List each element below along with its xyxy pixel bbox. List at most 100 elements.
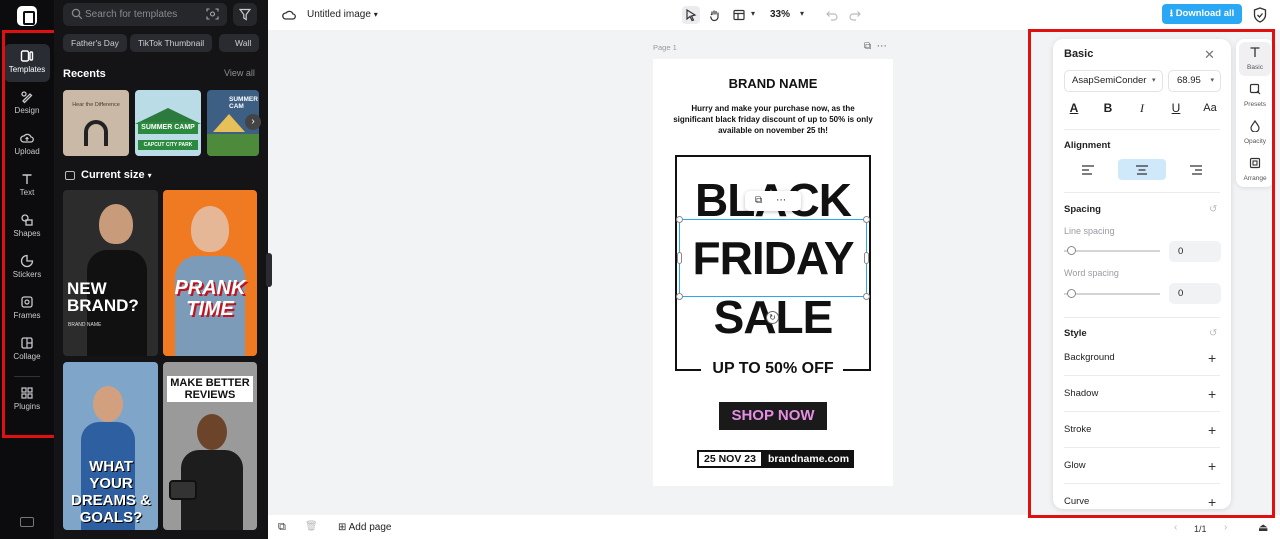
add-background-icon[interactable]: +	[1208, 351, 1216, 365]
zoom-level[interactable]: 33%	[770, 9, 790, 20]
filter-button[interactable]	[233, 3, 257, 26]
search-input[interactable]	[85, 6, 200, 23]
duplicate-page-icon[interactable]: ⧉	[864, 41, 871, 52]
chevron-down-icon: ▾	[1210, 77, 1214, 84]
promo-text[interactable]: Hurry and make your purchase now, as the…	[673, 103, 873, 136]
template-card-prank-time[interactable]: PRANK TIME	[163, 190, 257, 356]
text-case-icon[interactable]: Aa	[1200, 99, 1220, 117]
underline-icon[interactable]: U	[1166, 99, 1186, 117]
template-card-reviews[interactable]: MAKE BETTER REVIEWS	[163, 362, 257, 530]
shield-icon[interactable]	[1253, 7, 1267, 23]
close-icon[interactable]: ✕	[1204, 47, 1215, 63]
shop-now-text[interactable]: SHOP NOW	[719, 402, 827, 430]
line-spacing-slider[interactable]	[1064, 250, 1160, 252]
chevron-down-icon[interactable]: ▾	[800, 9, 804, 18]
word-spacing-input[interactable]: 0	[1169, 283, 1221, 304]
template-card-new-brand[interactable]: NEW BRAND? BRAND NAME	[63, 190, 158, 356]
rail-item-frames[interactable]: Frames	[4, 290, 50, 328]
redo-icon[interactable]	[846, 6, 864, 24]
tab-basic[interactable]: Basic	[1239, 42, 1271, 76]
layout-icon[interactable]	[730, 6, 748, 24]
brand-name-text[interactable]: BRAND NAME	[653, 76, 893, 91]
resize-handle[interactable]	[864, 252, 869, 264]
chevron-right-icon[interactable]: ›	[1224, 522, 1227, 533]
selection-box[interactable]	[679, 219, 867, 297]
view-all-link[interactable]: View all	[224, 68, 255, 78]
app-logo[interactable]	[17, 6, 37, 26]
chip-fathers-day[interactable]: Father's Day	[63, 34, 127, 52]
resize-handle[interactable]	[863, 293, 870, 300]
style-row-background[interactable]: Background	[1064, 352, 1115, 363]
templates-panel: Father's Day TikTok Thumbnail Wall Recen…	[54, 0, 268, 539]
rotate-icon[interactable]: ↻	[766, 311, 779, 324]
add-glow-icon[interactable]: +	[1208, 459, 1216, 473]
italic-icon[interactable]: I	[1132, 99, 1152, 117]
add-page-button[interactable]: ⊞ Add page	[338, 522, 391, 533]
date-site-group[interactable]: 25 NOV 23 brandname.com	[697, 450, 855, 468]
add-curve-icon[interactable]: +	[1208, 495, 1216, 509]
document-title-text: Untitled image	[307, 9, 371, 20]
align-left-button[interactable]	[1064, 159, 1112, 180]
offer-text[interactable]: UP TO 50% OFF	[653, 360, 893, 378]
style-row-curve[interactable]: Curve	[1064, 496, 1089, 507]
chevron-down-icon[interactable]: ▾	[751, 9, 755, 18]
document-title[interactable]: Untitled image ▾	[307, 9, 378, 20]
add-stroke-icon[interactable]: +	[1208, 423, 1216, 437]
tab-opacity[interactable]: Opacity	[1239, 116, 1271, 150]
resize-handle[interactable]	[677, 252, 682, 264]
expand-icon[interactable]: ⏏	[1258, 521, 1268, 534]
style-row-stroke[interactable]: Stroke	[1064, 424, 1091, 435]
hand-tool-icon[interactable]	[706, 6, 724, 24]
font-family-select[interactable]: AsapSemiConder	[1064, 70, 1163, 92]
resize-handle[interactable]	[676, 293, 683, 300]
recent-thumb-1[interactable]: Hear the Difference	[63, 90, 129, 156]
rail-item-collage[interactable]: Collage	[4, 331, 50, 369]
template-card-dreams[interactable]: WHAT YOUR DREAMS & GOALS?	[63, 362, 158, 530]
download-all-button[interactable]: ⭳ Download all	[1162, 4, 1242, 24]
text-color-icon[interactable]: A	[1064, 99, 1084, 117]
more-icon[interactable]: ⋯	[776, 195, 786, 206]
chip-tiktok-thumbnail[interactable]: TikTok Thumbnail	[130, 34, 213, 52]
align-right-button[interactable]	[1172, 159, 1220, 180]
rail-item-plugins[interactable]: Plugins	[4, 381, 50, 419]
more-icon[interactable]: ⋯	[877, 41, 887, 52]
resize-handle[interactable]	[676, 216, 683, 223]
line-spacing-knob[interactable]	[1067, 246, 1076, 255]
chevron-left-icon[interactable]: ‹	[1174, 522, 1177, 533]
tab-arrange[interactable]: Arrange	[1239, 153, 1271, 187]
current-size-dropdown[interactable]: Current size ▾	[81, 169, 152, 181]
rail-item-stickers[interactable]: Stickers	[4, 249, 50, 287]
rail-item-design[interactable]: Design	[4, 85, 50, 123]
style-row-shadow[interactable]: Shadow	[1064, 388, 1098, 399]
recent-thumb-2[interactable]: SUMMER CAMP CAPCUT CITY PARK	[135, 90, 201, 156]
rail-item-upload[interactable]: Upload	[4, 126, 50, 164]
image-search-icon[interactable]	[206, 8, 219, 20]
panel-collapse-handle[interactable]	[266, 253, 272, 287]
duplicate-icon[interactable]: ⧉	[755, 195, 762, 206]
align-center-button[interactable]	[1118, 159, 1166, 180]
select-tool-icon[interactable]	[682, 6, 700, 24]
chip-wall[interactable]: Wall	[219, 34, 260, 52]
chevron-right-icon[interactable]: ›	[245, 114, 261, 130]
undo-icon[interactable]	[823, 6, 841, 24]
trash-icon[interactable]: 🗑	[305, 521, 318, 532]
tab-presets[interactable]: Presets	[1239, 79, 1271, 113]
line-spacing-input[interactable]: 0	[1169, 241, 1221, 262]
keyboard-icon[interactable]	[20, 517, 34, 527]
resize-handle[interactable]	[863, 216, 870, 223]
rail-item-templates[interactable]: Templates	[4, 44, 50, 82]
reset-icon[interactable]: ↺	[1209, 204, 1217, 215]
add-shadow-icon[interactable]: +	[1208, 387, 1216, 401]
rail-item-text[interactable]: Text	[4, 167, 50, 205]
layers-icon[interactable]: ⧉	[278, 521, 286, 534]
reset-icon[interactable]: ↺	[1209, 328, 1217, 339]
word-spacing-slider[interactable]	[1064, 293, 1160, 295]
shapes-icon	[4, 208, 50, 228]
bold-icon[interactable]: B	[1098, 99, 1118, 117]
rail-item-shapes[interactable]: Shapes	[4, 208, 50, 246]
cloud-icon[interactable]	[280, 6, 298, 24]
font-size-select[interactable]: 68.95 ▾	[1168, 70, 1221, 92]
word-spacing-knob[interactable]	[1067, 289, 1076, 298]
search-box[interactable]	[63, 3, 227, 26]
style-row-glow[interactable]: Glow	[1064, 460, 1086, 471]
